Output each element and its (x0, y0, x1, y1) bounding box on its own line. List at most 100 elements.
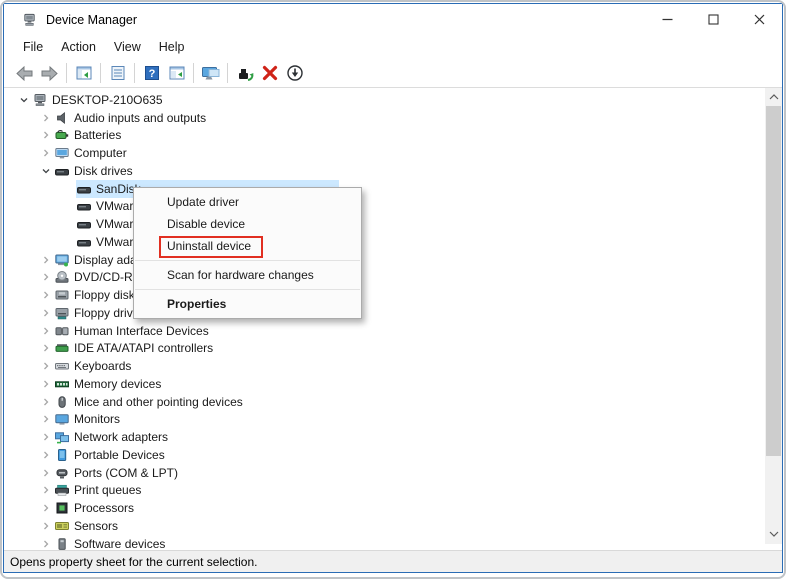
status-bar: Opens property sheet for the current sel… (4, 550, 782, 572)
tree-row-human-interface-devices[interactable]: Human Interface Devices (4, 322, 782, 340)
tree-row-keyboards[interactable]: Keyboards (4, 357, 782, 375)
chevron-collapsed-icon[interactable] (38, 305, 54, 321)
chevron-collapsed-icon[interactable] (38, 127, 54, 143)
context-menu-item-disable-device[interactable]: Disable device (134, 213, 361, 235)
tree-row-display-ada[interactable]: Display ada (4, 251, 782, 269)
scrollbar-thumb[interactable] (766, 106, 781, 456)
tree-row-computer[interactable]: Computer (4, 144, 782, 162)
tree-row-floppy-disk[interactable]: Floppy disk (4, 286, 782, 304)
tree-item-label: Sensors (74, 518, 119, 533)
tree-row-sensors[interactable]: Sensors (4, 517, 782, 535)
computer-icon (54, 146, 69, 161)
chevron-collapsed-icon[interactable] (38, 447, 54, 463)
scan-hardware-button[interactable] (282, 62, 307, 85)
context-menu-item-scan-for-hardware-changes[interactable]: Scan for hardware changes (134, 264, 361, 286)
scroll-up-button[interactable] (765, 89, 782, 105)
toolbar-separator (134, 63, 135, 83)
maximize-button[interactable] (690, 4, 736, 35)
tree-row-mice-and-other-pointing-devices[interactable]: Mice and other pointing devices (4, 393, 782, 411)
tree-row-processors[interactable]: Processors (4, 499, 782, 517)
show-console-tree-button[interactable] (71, 62, 96, 85)
action-pane-button[interactable] (164, 62, 189, 85)
tree-row-sandisk[interactable]: SanDisk (4, 179, 782, 198)
row-content: Monitors (54, 411, 120, 429)
tree-item-label: Computer (74, 146, 127, 161)
row-content: Display ada (54, 251, 137, 269)
tree-item-label: Floppy disk (74, 288, 135, 303)
tree-row-memory-devices[interactable]: Memory devices (4, 375, 782, 393)
tree-item-label: Human Interface Devices (74, 323, 209, 338)
tree-row-monitors[interactable]: Monitors (4, 411, 782, 429)
menu-help[interactable]: Help (150, 37, 194, 57)
row-content: Print queues (54, 482, 141, 500)
uninstall-device-button[interactable] (257, 62, 282, 85)
tree-row-ports-com-lpt[interactable]: Ports (COM & LPT) (4, 464, 782, 482)
tree-row-software-devices[interactable]: Software devices (4, 535, 782, 550)
table-pane-icon (167, 64, 187, 82)
chevron-collapsed-icon[interactable] (38, 252, 54, 268)
row-content: Software devices (54, 535, 165, 550)
tree-row-ide-ata-atapi-controllers[interactable]: IDE ATA/ATAPI controllers (4, 340, 782, 358)
chevron-collapsed-icon[interactable] (38, 518, 54, 534)
tree-row-vmware[interactable]: VMware (4, 233, 782, 251)
screenshot-frame: Device Manager File Action View Help ? DESK… (0, 0, 786, 579)
chevron-collapsed-icon[interactable] (38, 340, 54, 356)
help-button[interactable]: ? (139, 62, 164, 85)
tree-row-batteries[interactable]: Batteries (4, 127, 782, 145)
chevron-collapsed-icon[interactable] (38, 358, 54, 374)
keyboard-icon (54, 359, 69, 374)
tree-row-disk-drives[interactable]: Disk drives (4, 162, 782, 180)
row-content: Keyboards (54, 357, 131, 375)
update-driver-button[interactable] (232, 62, 257, 85)
tree-item-label: Mice and other pointing devices (74, 394, 243, 409)
tree-row-vmware[interactable]: VMware (4, 215, 782, 233)
chevron-collapsed-icon[interactable] (38, 429, 54, 445)
menu-action[interactable]: Action (52, 37, 105, 57)
chevron-collapsed-icon[interactable] (38, 536, 54, 550)
tree-row-floppy-drive-controllers[interactable]: Floppy drive controllers (4, 304, 782, 322)
chevron-collapsed-icon[interactable] (38, 323, 54, 339)
chevron-collapsed-icon[interactable] (38, 145, 54, 161)
tree-row-portable-devices[interactable]: Portable Devices (4, 446, 782, 464)
tree-row-network-adapters[interactable]: Network adapters (4, 428, 782, 446)
chevron-collapsed-icon[interactable] (38, 394, 54, 410)
chevron-collapsed-icon[interactable] (38, 465, 54, 481)
context-menu-item-update-driver[interactable]: Update driver (134, 191, 361, 213)
chevron-collapsed-icon[interactable] (38, 376, 54, 392)
tree-item-label: Processors (74, 501, 135, 516)
tree-item-label: Software devices (74, 536, 166, 550)
chevron-expanded-icon[interactable] (38, 163, 54, 179)
chevron-collapsed-icon[interactable] (38, 287, 54, 303)
tree-row-dvd-cd-r[interactable]: DVD/CD-R (4, 269, 782, 287)
chevron-collapsed-icon[interactable] (38, 482, 54, 498)
disk-icon (54, 163, 69, 178)
context-menu-label: Disable device (167, 217, 246, 231)
vertical-scrollbar[interactable] (765, 88, 782, 544)
chevron-collapsed-icon[interactable] (38, 500, 54, 516)
back-button[interactable] (12, 62, 37, 85)
menu-file[interactable]: File (14, 37, 52, 57)
menu-view[interactable]: View (105, 37, 150, 57)
chevron-collapsed-icon[interactable] (38, 411, 54, 427)
chevron-collapsed-icon[interactable] (38, 110, 54, 126)
tree-row-audio-inputs-and-outputs[interactable]: Audio inputs and outputs (4, 109, 782, 127)
popup-help-button[interactable] (198, 62, 223, 85)
tree-row-vmware[interactable]: VMware (4, 198, 782, 216)
forward-button[interactable] (37, 62, 62, 85)
window-title: Device Manager (46, 12, 138, 27)
properties-list-button[interactable] (105, 62, 130, 85)
minimize-button[interactable] (644, 4, 690, 35)
tree-row-desktop-210o635[interactable]: DESKTOP-210O635 (4, 91, 782, 109)
sensor-icon (54, 518, 69, 533)
close-button[interactable] (736, 4, 782, 35)
tree-item-label: IDE ATA/ATAPI controllers (74, 341, 214, 356)
context-menu-item-properties[interactable]: Properties (134, 293, 361, 315)
scroll-down-button[interactable] (765, 526, 782, 542)
tree-row-print-queues[interactable]: Print queues (4, 482, 782, 500)
toolbar-separator (66, 63, 67, 83)
context-menu-item-uninstall-device[interactable]: Uninstall device (134, 235, 361, 258)
chevron-expanded-icon[interactable] (16, 92, 32, 108)
chevron-collapsed-icon[interactable] (38, 269, 54, 285)
